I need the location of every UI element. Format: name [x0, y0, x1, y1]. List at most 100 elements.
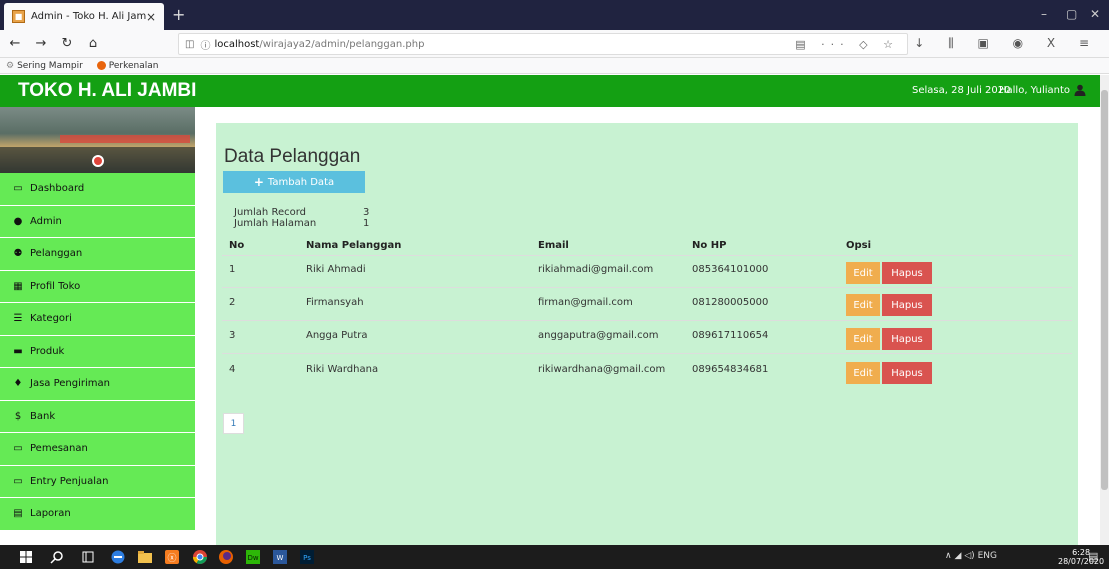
user-greeting[interactable]: Hallo, Yulianto [999, 85, 1070, 96]
photoshop-icon[interactable]: Ps [299, 549, 315, 565]
firefox-icon [96, 60, 106, 70]
sidebar-item-jasa-pengiriman[interactable]: ♦ Jasa Pengiriman [0, 368, 195, 401]
scrollbar-thumb[interactable] [1101, 90, 1108, 490]
page-count-value: 1 [363, 218, 370, 229]
sidebar-item-label: Produk [30, 345, 65, 357]
address-bar[interactable]: ◫ ⓘ localhost/wirajaya2/admin/pelanggan.… [178, 33, 908, 55]
dreamweaver-icon[interactable]: Dw [245, 549, 261, 565]
svg-text:W: W [277, 554, 284, 562]
sidebar-item-pemesanan[interactable]: ▭ Pemesanan [0, 433, 195, 466]
search-icon[interactable] [49, 549, 65, 565]
cell-no: 3 [229, 330, 236, 341]
add-data-label: Tambah Data [267, 176, 335, 188]
sidebar-item-profil-toko[interactable]: ▦ Profil Toko [0, 270, 195, 303]
browser-tab[interactable]: ■ Admin - Toko H. Ali Jambi × [4, 3, 164, 30]
column-header: Opsi [846, 240, 872, 251]
word-icon[interactable]: W [272, 549, 288, 565]
column-header: No HP [692, 240, 727, 251]
sidebar-item-entry-penjualan[interactable]: ▭ Entry Penjualan [0, 465, 195, 498]
close-tab-icon[interactable]: × [146, 10, 156, 24]
page-title: Data Pelanggan [224, 146, 361, 167]
sidebar-item-dashboard[interactable]: ▭ Dashboard [0, 173, 195, 206]
cell-nama: Riki Wardhana [306, 364, 379, 375]
sidebar-item-label: Admin [30, 215, 62, 227]
monitor-icon: ▭ [13, 183, 23, 195]
sidebar-item-bank[interactable]: $ Bank [0, 400, 195, 433]
edit-button[interactable]: Edit [846, 262, 880, 284]
page-actions-icon[interactable]: ▤ ··· ◇ ☆ [795, 38, 899, 51]
sidebar-item-kategori[interactable]: ☰ Kategori [0, 303, 195, 336]
delete-button[interactable]: Hapus [882, 294, 932, 316]
delete-button[interactable]: Hapus [882, 328, 932, 350]
sidebar-menu: ▭ Dashboard ● Admin ⚉ Pelanggan ▦ Profil… [0, 173, 195, 531]
add-data-button[interactable]: + Tambah Data [223, 171, 365, 193]
file-explorer-icon[interactable] [137, 549, 153, 565]
volume-icon[interactable]: ◁) [964, 551, 974, 561]
cell-no: 4 [229, 364, 236, 375]
cell-nama: Angga Putra [306, 330, 368, 341]
firefox-icon[interactable] [218, 549, 234, 565]
sidebar-item-label: Bank [30, 410, 56, 422]
bookmarks-bar: ⚙ Sering Mampir Perkenalan [0, 58, 1109, 74]
site-favicon-icon: ■ [12, 10, 25, 23]
reload-icon[interactable]: ↻ [56, 36, 78, 51]
edit-button[interactable]: Edit [846, 362, 880, 384]
car-icon: ▬ [13, 345, 23, 357]
column-header: Nama Pelanggan [306, 240, 402, 251]
forward-icon[interactable]: → [30, 36, 52, 51]
dollar-icon: $ [14, 410, 22, 422]
cell-no: 1 [229, 264, 236, 275]
bookmark-item[interactable]: Perkenalan [96, 60, 159, 71]
toolbar-icons[interactable]: ↓ ⫼ ▣ ◉ X ≡ [914, 36, 1099, 51]
info-icon[interactable]: ⓘ [200, 37, 210, 52]
chevron-up-icon[interactable]: ∧ [945, 551, 952, 561]
record-count-label: Jumlah Record [234, 207, 307, 218]
sidebar-item-label: Pemesanan [30, 443, 88, 455]
user-icon[interactable] [1074, 84, 1086, 96]
page-count-label: Jumlah Halaman [234, 218, 317, 229]
task-view-icon[interactable] [80, 549, 96, 565]
delete-button[interactable]: Hapus [882, 262, 932, 284]
edit-button[interactable]: Edit [846, 328, 880, 350]
report-icon: ▤ [13, 508, 23, 520]
sidebar-item-admin[interactable]: ● Admin [0, 205, 195, 238]
user-icon: ● [13, 215, 23, 227]
delete-button[interactable]: Hapus [882, 362, 932, 384]
sidebar-item-produk[interactable]: ▬ Produk [0, 335, 195, 368]
edit-button[interactable]: Edit [846, 294, 880, 316]
restore-icon[interactable]: ▢ [1066, 7, 1077, 21]
language-indicator[interactable]: ENG [978, 551, 997, 561]
minimize-icon[interactable]: – [1041, 7, 1047, 21]
sidebar-item-label: Kategori [30, 313, 72, 325]
cell-email: anggaputra@gmail.com [538, 330, 659, 341]
back-icon[interactable]: ← [4, 36, 26, 51]
windows-start-icon[interactable] [18, 549, 34, 565]
chrome-icon[interactable] [192, 549, 208, 565]
map-marker-icon: ♦ [13, 378, 23, 390]
home-icon[interactable]: ⌂ [82, 36, 104, 51]
pagination-page[interactable]: 1 [223, 413, 244, 434]
sidebar-item-pelanggan[interactable]: ⚉ Pelanggan [0, 238, 195, 271]
sidebar-item-laporan[interactable]: ▤ Laporan [0, 498, 195, 531]
network-icon[interactable]: ◢ [954, 551, 961, 561]
shield-icon: ◫ [185, 38, 195, 50]
cell-no: 2 [229, 297, 236, 308]
sidebar-item-label: Jasa Pengiriman [30, 378, 110, 390]
cell-email: rikiahmadi@gmail.com [538, 264, 654, 275]
url-path: /wirajaya2/admin/pelanggan.php [259, 38, 425, 50]
system-tray[interactable]: ∧ ◢ ◁) ENG [945, 551, 997, 561]
url-host: localhost [214, 38, 260, 50]
tab-title: Admin - Toko H. Ali Jambi [31, 11, 146, 22]
notification-icon[interactable]: ▤ [1088, 550, 1098, 563]
svg-text:Dw: Dw [247, 554, 258, 562]
sidebar-item-label: Entry Penjualan [30, 475, 109, 487]
close-window-icon[interactable]: ✕ [1090, 7, 1100, 21]
brand-title[interactable]: TOKO H. ALI JAMBI [18, 80, 196, 102]
bookmark-item[interactable]: ⚙ Sering Mampir [6, 61, 83, 71]
plus-icon: + [253, 175, 264, 189]
new-tab-icon[interactable]: + [172, 5, 185, 24]
users-icon: ⚉ [13, 248, 23, 260]
column-header: Email [538, 240, 569, 251]
xampp-icon[interactable]: ⓧ [164, 549, 180, 565]
edge-icon[interactable] [110, 549, 126, 565]
